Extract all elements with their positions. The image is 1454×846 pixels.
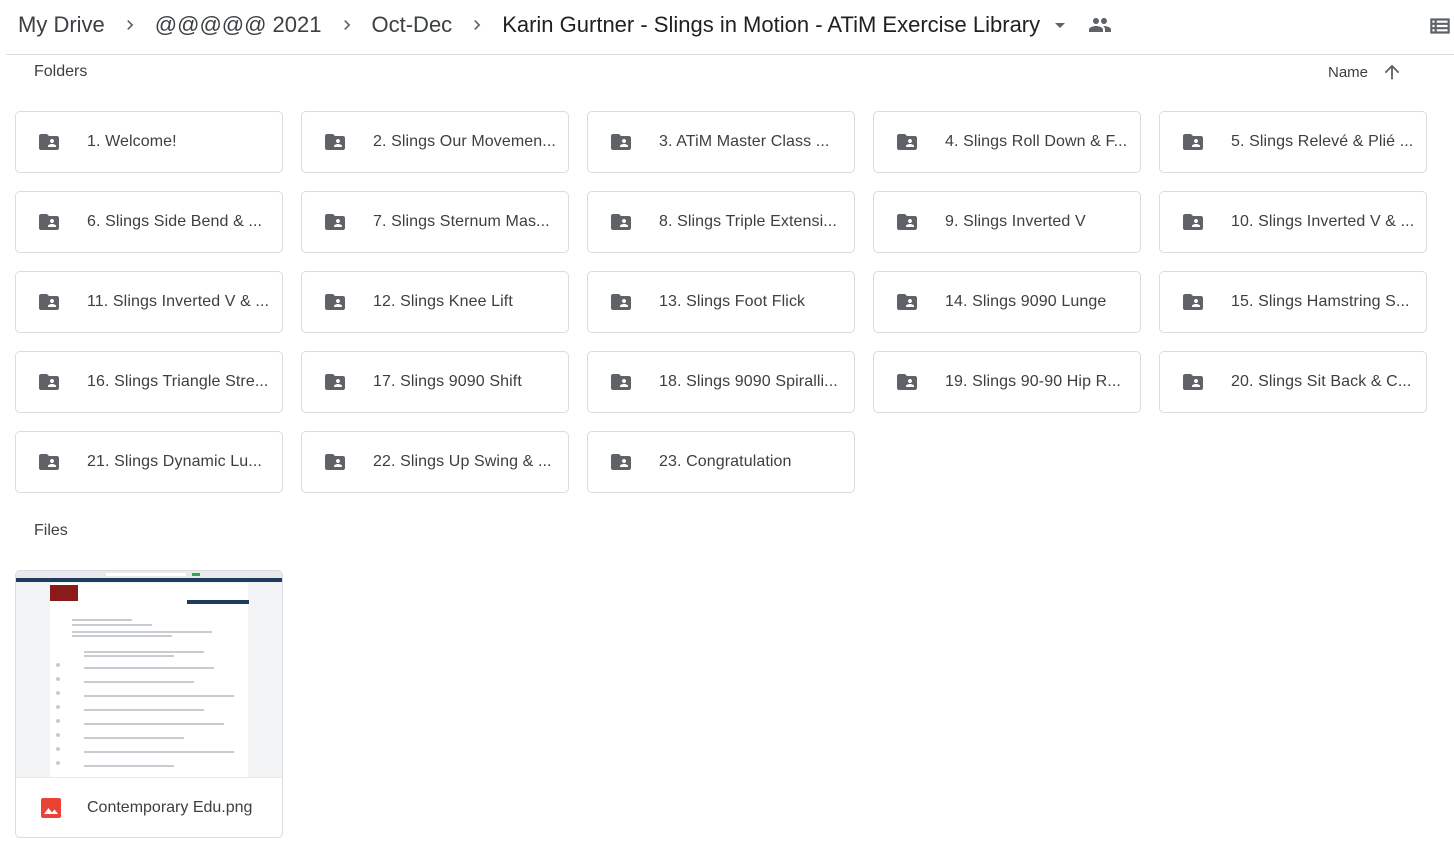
folder-name: 14. Slings 9090 Lunge (945, 293, 1107, 310)
folder-name: 13. Slings Foot Flick (659, 293, 806, 310)
breadcrumb-my-drive[interactable]: My Drive (18, 10, 105, 40)
folder-item[interactable]: 23. Congratulation (587, 431, 855, 493)
folder-grid: 1. Welcome! 2. Slings Our Movemen... 3. AT… (15, 111, 1427, 493)
folder-name: 15. Slings Hamstring S... (1231, 293, 1410, 310)
shared-folder-icon (896, 130, 924, 154)
breadcrumb-oct-dec[interactable]: Oct-Dec (372, 10, 453, 40)
shared-folder-icon (38, 370, 66, 394)
shared-folder-icon (610, 130, 638, 154)
sort-label[interactable]: Name (1328, 64, 1368, 81)
folder-item[interactable]: 11. Slings Inverted V & ... (15, 271, 283, 333)
chevron-right-icon (337, 15, 357, 35)
folder-name: 2. Slings Our Movemen... (373, 133, 556, 150)
sort-control[interactable]: Name (1328, 60, 1404, 84)
shared-folder-icon (1182, 130, 1210, 154)
chevron-right-icon (467, 15, 487, 35)
folder-item[interactable]: 2. Slings Our Movemen... (301, 111, 569, 173)
shared-folder-icon (324, 290, 352, 314)
folders-section-label: Folders (34, 63, 88, 80)
folder-name: 23. Congratulation (659, 453, 792, 470)
folder-name: 7. Slings Sternum Mas... (373, 213, 550, 230)
folder-item[interactable]: 5. Slings Relevé & Plié ... (1159, 111, 1427, 173)
folder-item[interactable]: 7. Slings Sternum Mas... (301, 191, 569, 253)
shared-folder-icon (38, 130, 66, 154)
shared-folder-icon (38, 210, 66, 234)
folder-item[interactable]: 15. Slings Hamstring S... (1159, 271, 1427, 333)
shared-folder-icon (1182, 210, 1210, 234)
shared-folder-icon (1182, 290, 1210, 314)
folder-name: 20. Slings Sit Back & C... (1231, 373, 1412, 390)
folder-item[interactable]: 12. Slings Knee Lift (301, 271, 569, 333)
folder-item[interactable]: 16. Slings Triangle Stre... (15, 351, 283, 413)
shared-folder-icon (324, 130, 352, 154)
top-bar: My Drive @@@@@ 2021 Oct-Dec Karin Gurtne… (6, 0, 1454, 55)
folder-item[interactable]: 22. Slings Up Swing & ... (301, 431, 569, 493)
breadcrumb-year-folder[interactable]: @@@@@ 2021 (155, 10, 322, 40)
file-footer: Contemporary Edu.png (16, 777, 282, 837)
folder-item[interactable]: 3. ATiM Master Class ... (587, 111, 855, 173)
folder-item[interactable]: 9. Slings Inverted V (873, 191, 1141, 253)
shared-folder-icon (324, 450, 352, 474)
shared-folder-icon (896, 290, 924, 314)
arrow-drop-down-icon[interactable] (1048, 13, 1072, 37)
folder-item[interactable]: 8. Slings Triple Extensi... (587, 191, 855, 253)
folder-item[interactable]: 19. Slings 90-90 Hip R... (873, 351, 1141, 413)
chevron-right-icon (120, 15, 140, 35)
file-card[interactable]: Contemporary Edu.png (15, 570, 283, 838)
folder-name: 21. Slings Dynamic Lu... (87, 453, 262, 470)
folder-name: 6. Slings Side Bend & ... (87, 213, 263, 230)
folder-name: 17. Slings 9090 Shift (373, 373, 522, 390)
folder-name: 8. Slings Triple Extensi... (659, 213, 837, 230)
image-file-icon (40, 797, 62, 819)
folder-item[interactable]: 21. Slings Dynamic Lu... (15, 431, 283, 493)
folder-item[interactable]: 18. Slings 9090 Spiralli... (587, 351, 855, 413)
folder-item[interactable]: 14. Slings 9090 Lunge (873, 271, 1141, 333)
folder-name: 11. Slings Inverted V & ... (87, 293, 270, 310)
folder-item[interactable]: 10. Slings Inverted V & ... (1159, 191, 1427, 253)
folder-name: 5. Slings Relevé & Plié ... (1231, 133, 1414, 150)
file-thumbnail (16, 571, 282, 777)
folder-name: 3. ATiM Master Class ... (659, 133, 830, 150)
shared-folder-icon (610, 370, 638, 394)
folder-name: 10. Slings Inverted V & ... (1231, 213, 1415, 230)
folder-item[interactable]: 13. Slings Foot Flick (587, 271, 855, 333)
shared-folder-icon (38, 290, 66, 314)
shared-folder-icon (324, 370, 352, 394)
shared-folder-icon (896, 370, 924, 394)
folder-item[interactable]: 1. Welcome! (15, 111, 283, 173)
shared-folder-icon (38, 450, 66, 474)
people-icon[interactable] (1086, 13, 1114, 37)
folder-name: 19. Slings 90-90 Hip R... (945, 373, 1121, 390)
folder-name: 4. Slings Roll Down & F... (945, 133, 1128, 150)
shared-folder-icon (896, 210, 924, 234)
folder-name: 18. Slings 9090 Spiralli... (659, 373, 838, 390)
folder-item[interactable]: 4. Slings Roll Down & F... (873, 111, 1141, 173)
folder-name: 12. Slings Knee Lift (373, 293, 513, 310)
folder-item[interactable]: 20. Slings Sit Back & C... (1159, 351, 1427, 413)
shared-folder-icon (610, 210, 638, 234)
shared-folder-icon (1182, 370, 1210, 394)
breadcrumb: My Drive @@@@@ 2021 Oct-Dec Karin Gurtne… (18, 8, 1114, 42)
folder-name: 16. Slings Triangle Stre... (87, 373, 269, 390)
breadcrumb-current-folder[interactable]: Karin Gurtner - Slings in Motion - ATiM … (502, 10, 1040, 40)
shared-folder-icon (324, 210, 352, 234)
list-view-icon[interactable] (1426, 12, 1454, 40)
folder-item[interactable]: 17. Slings 9090 Shift (301, 351, 569, 413)
folder-name: 9. Slings Inverted V (945, 213, 1086, 230)
files-section-label: Files (34, 522, 68, 539)
folder-name: 22. Slings Up Swing & ... (373, 453, 552, 470)
folder-item[interactable]: 6. Slings Side Bend & ... (15, 191, 283, 253)
file-name: Contemporary Edu.png (87, 798, 253, 816)
arrow-upward-icon[interactable] (1380, 60, 1404, 84)
folder-name: 1. Welcome! (87, 133, 177, 150)
shared-folder-icon (610, 290, 638, 314)
shared-folder-icon (610, 450, 638, 474)
